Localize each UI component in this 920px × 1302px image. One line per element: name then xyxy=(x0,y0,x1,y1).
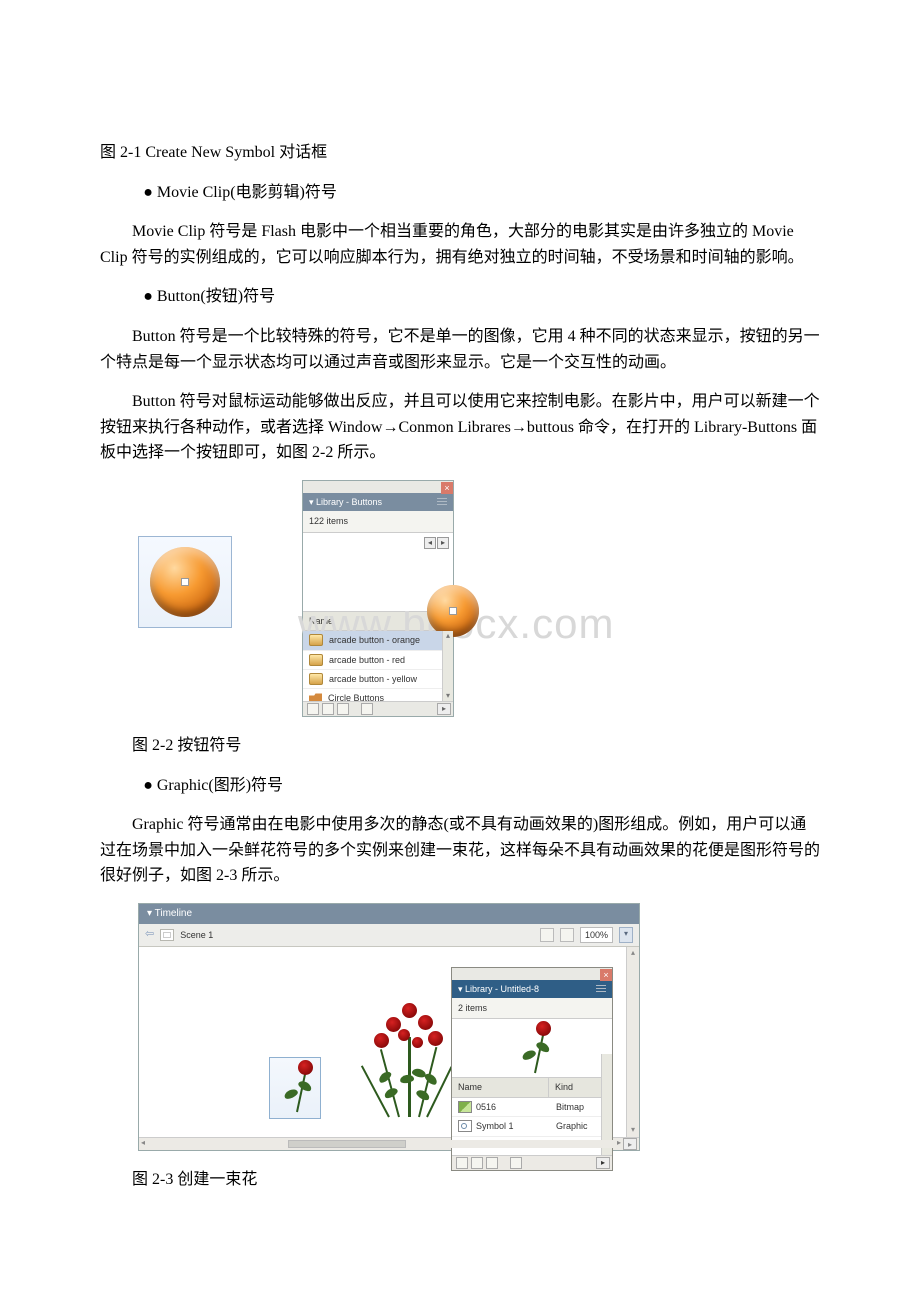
bullet-button: ● Button(按钮)符号 xyxy=(100,284,820,310)
list-item[interactable]: arcade button - red xyxy=(303,651,453,670)
scrollbar[interactable]: ▴▾ xyxy=(442,631,453,701)
timeline-bar[interactable]: ▾ Timeline xyxy=(139,904,639,924)
next-icon[interactable]: ▸ xyxy=(437,537,449,549)
list-item[interactable]: arcade button - yellow xyxy=(303,670,453,689)
new-symbol-icon[interactable] xyxy=(307,703,319,715)
new-symbol-icon[interactable] xyxy=(456,1157,468,1169)
graphic-symbol-icon xyxy=(458,1120,472,1132)
library-list: arcade button - orange arcade button - r… xyxy=(303,631,453,701)
panel-preview: ◂ ▸ xyxy=(303,533,453,611)
bitmap-icon xyxy=(458,1101,472,1113)
button-symbol-icon xyxy=(309,634,323,646)
selected-rose-instance[interactable] xyxy=(269,1057,321,1119)
bullet-graphic: ● Graphic(图形)符号 xyxy=(100,773,820,799)
caption-fig21: 图 2-1 Create New Symbol 对话框 xyxy=(100,140,820,166)
caption-fig22: 图 2-2 按钮符号 xyxy=(100,733,820,759)
col-name-header[interactable]: Name xyxy=(309,614,333,628)
orange-arcade-button-icon xyxy=(150,547,220,617)
zoom-value[interactable]: 100% xyxy=(580,927,613,943)
para-movieclip: Movie Clip 符号是 Flash 电影中一个相当重要的角色，大部分的电影… xyxy=(100,219,820,270)
vertical-scrollbar[interactable]: ▴▾ xyxy=(626,947,639,1137)
resize-grip-icon[interactable]: ▸ xyxy=(596,1157,610,1169)
list-item[interactable]: 0516 Bitmap xyxy=(452,1098,612,1117)
resize-grip-icon[interactable]: ▸ xyxy=(437,703,451,715)
new-folder-icon[interactable] xyxy=(471,1157,483,1169)
button-symbol-icon xyxy=(309,673,323,685)
scene-icon xyxy=(160,929,174,941)
panel-header[interactable]: ▾ Library - Untitled-8 xyxy=(452,980,612,998)
edit-symbols-icon[interactable] xyxy=(560,928,574,942)
orange-arcade-button-icon xyxy=(427,585,479,637)
properties-icon[interactable] xyxy=(337,703,349,715)
library-buttons-panel: × ▾ Library - Buttons 122 items ◂ ▸ Name… xyxy=(302,480,454,717)
figure-2-3: ▾ Timeline ⇦ Scene 1 100% ▾ xyxy=(138,903,820,1151)
stage[interactable]: × ▾ Library - Untitled-8 2 items Name Ki… xyxy=(139,947,639,1137)
button-symbol-icon xyxy=(309,654,323,666)
panel-title-text: ▾ Library - Untitled-8 xyxy=(458,982,539,996)
panel-grip-icon[interactable] xyxy=(596,985,606,993)
panel-grip-icon[interactable] xyxy=(437,498,447,506)
lib-preview xyxy=(452,1019,612,1077)
new-folder-icon[interactable] xyxy=(322,703,334,715)
col-name-header[interactable]: Name xyxy=(452,1078,549,1096)
panel-title-text: ▾ Library - Buttons xyxy=(309,495,382,509)
rose-bouquet[interactable] xyxy=(364,1007,454,1117)
lib-item-count: 2 items xyxy=(452,998,612,1019)
close-icon[interactable]: × xyxy=(441,482,453,494)
scene-name[interactable]: Scene 1 xyxy=(180,928,213,942)
list-item[interactable]: Symbol 1 Graphic xyxy=(452,1117,612,1136)
panel-footer: ▸ xyxy=(303,701,453,716)
edit-scene-icon[interactable] xyxy=(540,928,554,942)
lib-columns: Name Kind xyxy=(452,1077,612,1097)
para-graphic: Graphic 符号通常由在电影中使用多次的静态(或不具有动画效果的)图形组成。… xyxy=(100,812,820,889)
para-button-1: Button 符号是一个比较特殊的符号，它不是单一的图像，它用 4 种不同的状态… xyxy=(100,324,820,375)
prev-icon[interactable]: ◂ xyxy=(424,537,436,549)
folder-icon xyxy=(309,693,322,701)
panel-titlebar: × xyxy=(303,481,453,493)
list-item[interactable]: Circle Buttons xyxy=(303,689,453,701)
panel-footer: ▸ xyxy=(452,1155,612,1170)
bullet-movieclip: ● Movie Clip(电影剪辑)符号 xyxy=(100,180,820,206)
panel-titlebar: × xyxy=(452,968,612,980)
zoom-dropdown-icon[interactable]: ▾ xyxy=(619,927,633,943)
selected-button-preview xyxy=(138,536,232,628)
delete-icon[interactable] xyxy=(510,1157,522,1169)
para-button-2: Button 符号对鼠标运动能够做出反应，并且可以使用它来控制电影。在影片中，用… xyxy=(100,389,820,466)
list-item[interactable]: arcade button - orange xyxy=(303,631,453,650)
scene-bar: ⇦ Scene 1 100% ▾ xyxy=(139,924,639,947)
properties-icon[interactable] xyxy=(486,1157,498,1169)
figure-2-2: www.bdocx.com × ▾ Library - Buttons 122 … xyxy=(138,480,820,717)
item-count: 122 items xyxy=(303,511,453,532)
back-icon[interactable]: ⇦ xyxy=(145,926,154,944)
panel-header[interactable]: ▾ Library - Buttons xyxy=(303,493,453,511)
delete-icon[interactable] xyxy=(361,703,373,715)
close-icon[interactable]: × xyxy=(600,969,612,981)
